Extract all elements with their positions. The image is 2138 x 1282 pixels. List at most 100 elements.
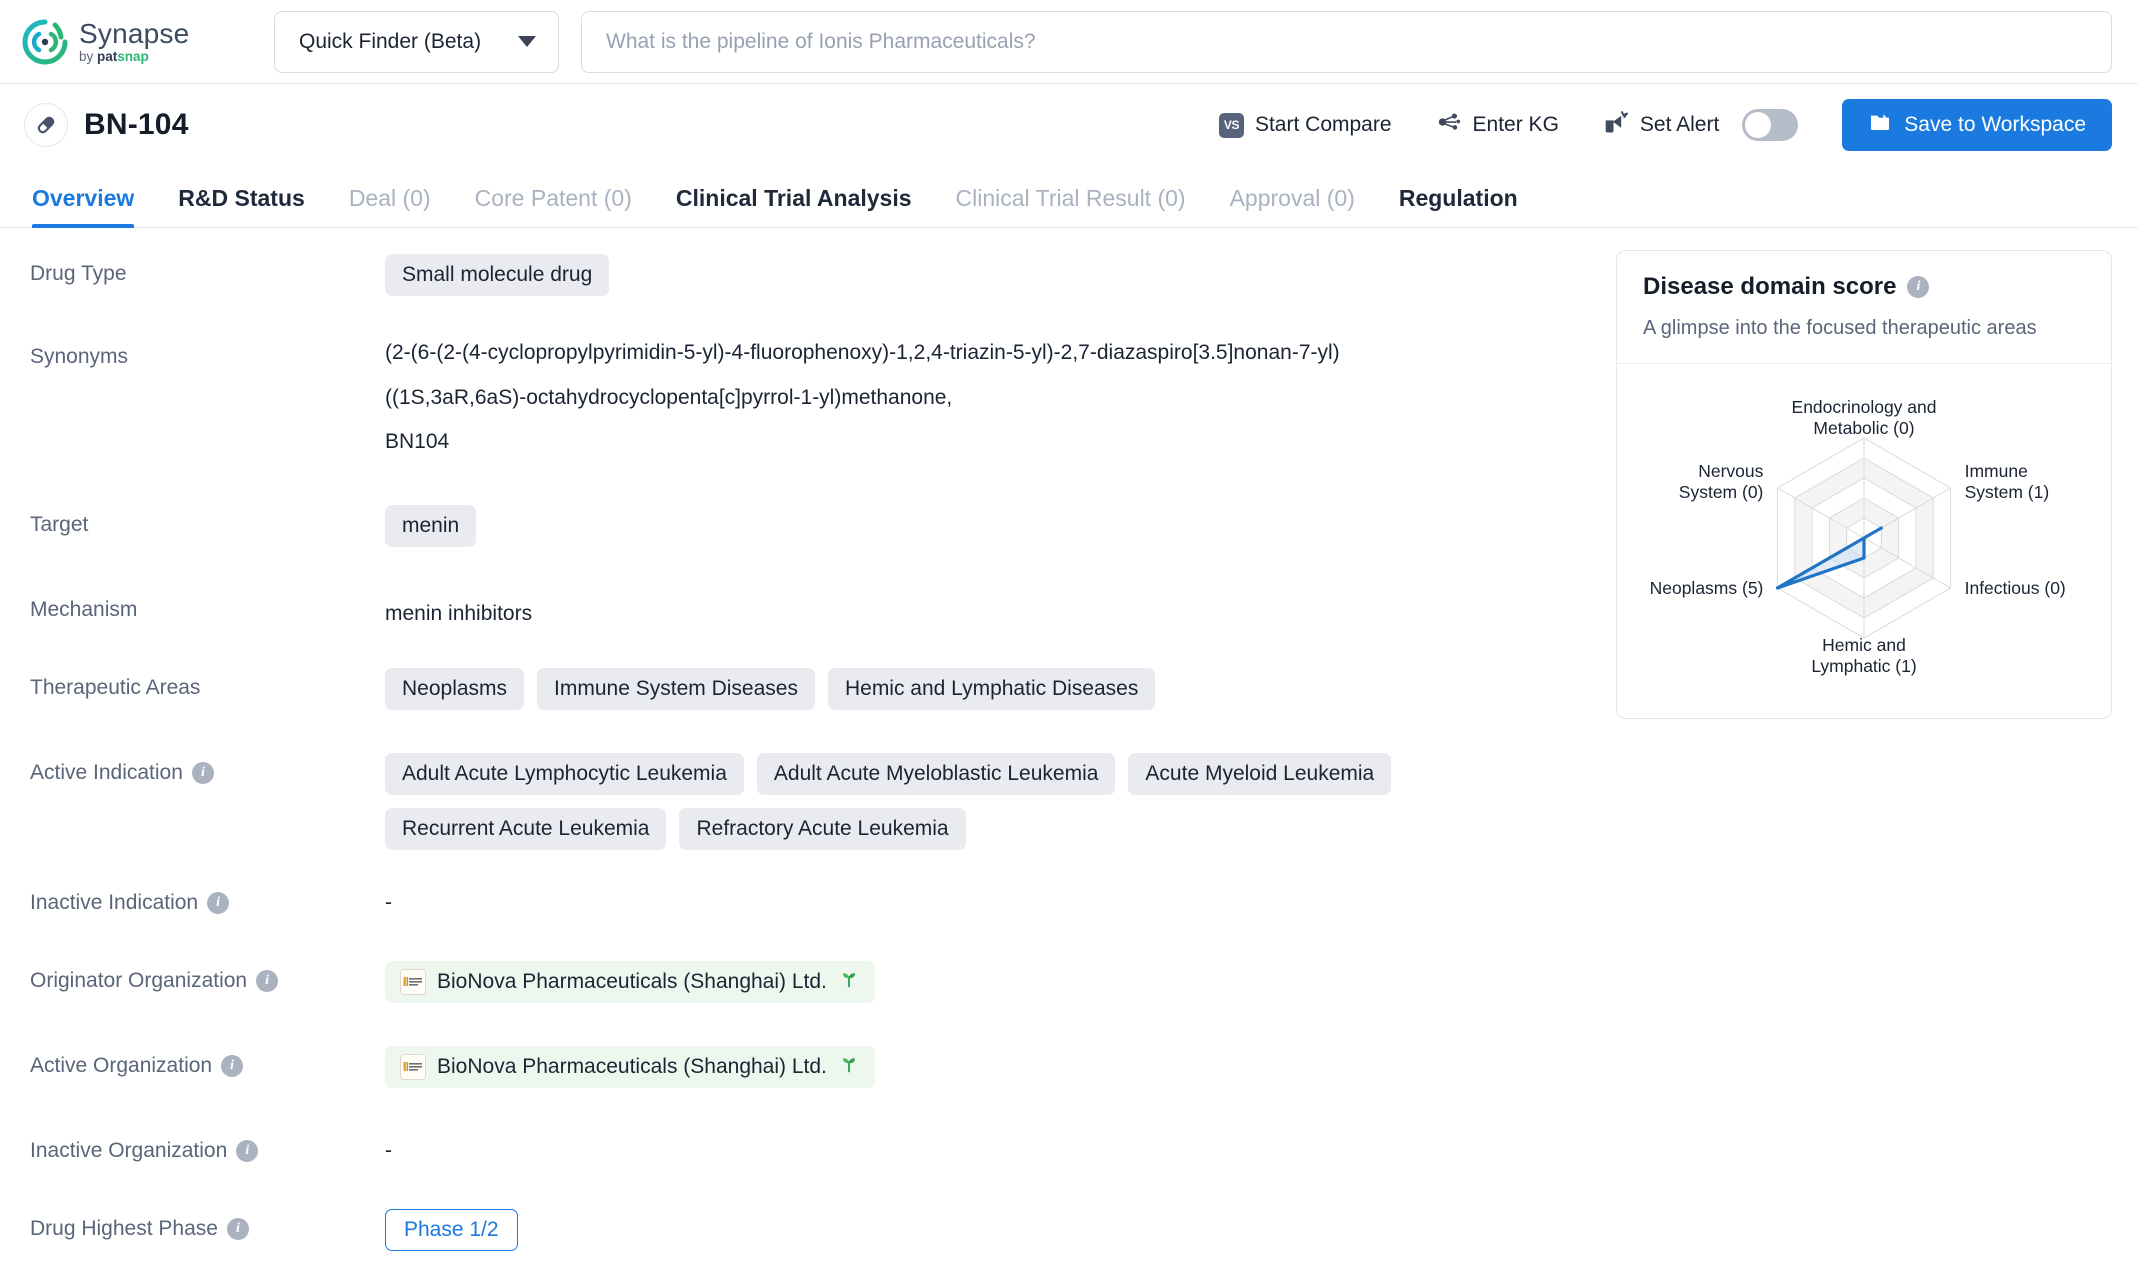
tab-clinical-trial-result[interactable]: Clinical Trial Result (0) xyxy=(934,185,1208,227)
radar-chart: Endocrinology and Metabolic (0) Immune Syst… xyxy=(1617,364,2111,718)
info-icon[interactable]: i xyxy=(191,762,214,784)
field-mechanism: Mechanism menin inhibitors xyxy=(30,584,1590,662)
field-value: Phase 1/2 xyxy=(385,1203,1590,1251)
brand-text: Synapse by patsnap xyxy=(79,17,190,64)
card-header: Disease domain score i A glimpse into th… xyxy=(1617,251,2111,364)
inactive-organization-value: - xyxy=(385,1139,392,1162)
tab-rd-status[interactable]: R&D Status xyxy=(156,185,327,227)
info-icon[interactable]: i xyxy=(1907,276,1930,298)
field-value: BioNova Pharmaceuticals (Shanghai) Ltd. xyxy=(385,955,1590,1003)
svg-text:ImmuneSystem (1): Immune System (1) xyxy=(1965,461,2050,502)
field-value: (2-(6-(2-(4-cyclopropylpyrimidin-5-yl)-4… xyxy=(385,331,1590,459)
field-label: Drug Highest Phase i xyxy=(30,1203,385,1241)
field-active-indication: Active Indication i Adult Acute Lymphocy… xyxy=(30,747,1590,877)
field-originator-organization: Originator Organization i BioNova Pharma… xyxy=(30,955,1590,1040)
tab-core-patent[interactable]: Core Patent (0) xyxy=(453,185,654,227)
drug-header: BN-104 VS Start Compare Enter KG Set Ale… xyxy=(0,84,2138,166)
chip[interactable]: Adult Acute Lymphocytic Leukemia xyxy=(385,753,744,795)
tab-deal[interactable]: Deal (0) xyxy=(327,185,453,227)
svg-text:Neoplasms (5): Neoplasms (5) xyxy=(1650,578,1764,598)
synonyms-label: Synonyms xyxy=(30,345,129,368)
therapeutic-areas-label: Therapeutic Areas xyxy=(30,676,201,699)
active-indication-chips: Adult Acute Lymphocytic Leukemia Adult A… xyxy=(385,753,1590,850)
inactive-indication-label: Inactive Indication xyxy=(30,891,199,914)
start-compare-button[interactable]: VS Start Compare xyxy=(1197,112,1414,138)
active-organization-label: Active Organization xyxy=(30,1054,213,1077)
vs-icon: VS xyxy=(1218,112,1244,138)
set-alert-control[interactable]: Set Alert xyxy=(1581,109,1820,141)
chip[interactable]: Refractory Acute Leukemia xyxy=(679,808,966,850)
tab-overview[interactable]: Overview xyxy=(24,185,156,228)
field-label: Mechanism xyxy=(30,584,385,622)
drug-highest-phase-label: Drug Highest Phase xyxy=(30,1217,218,1240)
set-alert-toggle[interactable] xyxy=(1742,109,1799,141)
organization-chip[interactable]: BioNova Pharmaceuticals (Shanghai) Ltd. xyxy=(385,961,875,1003)
set-alert-label: Set Alert xyxy=(1639,113,1720,136)
chip[interactable]: Adult Acute Myeloblastic Leukemia xyxy=(756,753,1116,795)
brand-snap: snap xyxy=(117,48,149,64)
brand-name: Synapse xyxy=(79,17,190,49)
field-value: menin xyxy=(385,499,1590,547)
synonym-line: BN104 xyxy=(385,430,450,454)
field-value: - xyxy=(385,877,1590,915)
tab-regulation[interactable]: Regulation xyxy=(1377,185,1540,227)
drug-identity: BN-104 xyxy=(24,103,189,147)
svg-text:Hemic andLymphatic (1): Hemic and Lymphatic (1) xyxy=(1811,635,1916,676)
info-icon[interactable]: i xyxy=(207,892,230,914)
field-label: Drug Type xyxy=(30,248,385,286)
organization-name: BioNova Pharmaceuticals (Shanghai) Ltd. xyxy=(437,1055,827,1078)
field-inactive-organization: Inactive Organization i - xyxy=(30,1125,1590,1203)
chip[interactable]: Hemic and Lymphatic Diseases xyxy=(827,668,1156,710)
svg-text:Infectious (0): Infectious (0) xyxy=(1965,578,2066,598)
organization-chip[interactable]: BioNova Pharmaceuticals (Shanghai) Ltd. xyxy=(385,1046,875,1088)
inactive-organization-label: Inactive Organization xyxy=(30,1139,228,1162)
start-compare-label: Start Compare xyxy=(1254,113,1392,136)
field-active-organization: Active Organization i BioNova Pharmaceut… xyxy=(30,1040,1590,1125)
chip[interactable]: Recurrent Acute Leukemia xyxy=(385,808,667,850)
field-value: Adult Acute Lymphocytic Leukemia Adult A… xyxy=(385,747,1590,850)
chip[interactable]: menin xyxy=(385,505,477,547)
info-icon[interactable]: i xyxy=(226,1218,249,1240)
disease-domain-score-card: Disease domain score i A glimpse into th… xyxy=(1616,250,2112,719)
app-logo[interactable]: Synapse by patsnap xyxy=(22,19,252,65)
field-label: Originator Organization i xyxy=(30,955,385,993)
tab-approval[interactable]: Approval (0) xyxy=(1208,185,1377,227)
enter-kg-button[interactable]: Enter KG xyxy=(1414,109,1581,141)
svg-text:Endocrinology andMetabolic (0): Endocrinology and Metabolic (0) xyxy=(1792,397,1937,438)
originator-organization-chips: BioNova Pharmaceuticals (Shanghai) Ltd. xyxy=(385,961,1590,1003)
info-icon[interactable]: i xyxy=(236,1140,259,1162)
tab-clinical-trial-analysis[interactable]: Clinical Trial Analysis xyxy=(654,185,934,227)
chip[interactable]: Neoplasms xyxy=(385,668,525,710)
alert-bell-icon xyxy=(1603,109,1629,141)
info-icon[interactable]: i xyxy=(221,1055,244,1077)
organization-name: BioNova Pharmaceuticals (Shanghai) Ltd. xyxy=(437,970,827,993)
phase-badge[interactable]: Phase 1/2 xyxy=(385,1209,518,1251)
field-label: Therapeutic Areas xyxy=(30,662,385,700)
save-to-workspace-button[interactable]: Save to Workspace xyxy=(1842,99,2112,151)
search-input[interactable] xyxy=(604,11,2089,72)
chip[interactable]: Small molecule drug xyxy=(385,254,610,296)
enter-kg-label: Enter KG xyxy=(1472,113,1559,136)
chip[interactable]: Immune System Diseases xyxy=(537,668,815,710)
global-search[interactable] xyxy=(581,10,2112,73)
chip[interactable]: Acute Myeloid Leukemia xyxy=(1128,753,1392,795)
field-inactive-indication: Inactive Indication i - xyxy=(30,877,1590,955)
side-panel: Disease domain score i A glimpse into th… xyxy=(1590,228,2112,1251)
field-label: Active Organization i xyxy=(30,1040,385,1078)
page-title: BN-104 xyxy=(84,108,189,141)
knowledge-graph-icon xyxy=(1436,109,1462,141)
active-organization-chips: BioNova Pharmaceuticals (Shanghai) Ltd. xyxy=(385,1046,1590,1088)
synapse-logo-icon xyxy=(22,19,68,65)
drug-type-label: Drug Type xyxy=(30,262,127,285)
folder-icon xyxy=(1868,110,1892,140)
drug-detail-fields: Drug Type Small molecule drug Synonyms (… xyxy=(0,228,1590,1251)
field-value: menin inhibitors xyxy=(385,584,1590,629)
synonym-line: ((1S,3aR,6aS)-octahydrocyclopenta[c]pyrr… xyxy=(385,385,953,409)
chevron-down-icon xyxy=(518,36,536,47)
quick-finder-select[interactable]: Quick Finder (Beta) xyxy=(274,10,559,73)
field-value: Small molecule drug xyxy=(385,248,1590,296)
sprout-icon xyxy=(838,968,860,996)
card-subtitle: A glimpse into the focused therapeutic a… xyxy=(1643,317,2037,339)
info-icon[interactable]: i xyxy=(256,970,279,992)
target-label: Target xyxy=(30,513,89,536)
